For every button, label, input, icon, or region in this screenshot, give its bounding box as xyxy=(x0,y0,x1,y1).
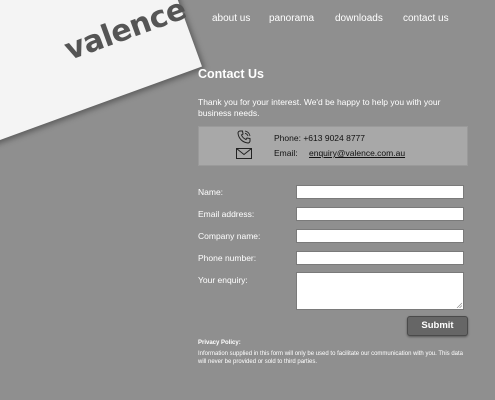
enquiry-label: Your enquiry: xyxy=(198,275,248,285)
privacy-policy-title: Privacy Policy: xyxy=(198,340,241,346)
email-field[interactable] xyxy=(296,207,464,221)
nav-item-downloads[interactable]: downloads xyxy=(335,13,383,24)
email-line: Email: enquiry@valence.com.au xyxy=(274,148,405,158)
phone-field[interactable] xyxy=(296,251,464,265)
nav-item-about-us[interactable]: about us xyxy=(212,13,250,24)
intro-text: Thank you for your interest. We'd be hap… xyxy=(198,97,441,118)
phone-label: Phone: xyxy=(274,133,301,143)
email-link[interactable]: enquiry@valence.com.au xyxy=(309,148,405,158)
main-nav: about us panorama downloads contact us xyxy=(212,13,495,27)
submit-button[interactable]: Submit xyxy=(407,316,468,336)
company-name-label: Company name: xyxy=(198,231,261,241)
mail-icon xyxy=(236,148,252,159)
company-field[interactable] xyxy=(296,229,464,243)
page-title: Contact Us xyxy=(198,67,264,81)
enquiry-textarea[interactable] xyxy=(296,272,464,310)
email-label: Email: xyxy=(274,148,298,158)
nav-item-panorama[interactable]: panorama xyxy=(269,13,314,24)
nav-item-contact-us[interactable]: contact us xyxy=(403,13,449,24)
phone-number-label: Phone number: xyxy=(198,253,257,263)
privacy-policy-text: Information supplied in this form will o… xyxy=(198,351,464,365)
name-field[interactable] xyxy=(296,185,464,199)
phone-line: Phone: +613 9024 8777 xyxy=(274,133,365,143)
name-label: Name: xyxy=(198,187,224,197)
email-address-label: Email address: xyxy=(198,209,255,219)
contact-info-box: Phone: +613 9024 8777 Email: enquiry@val… xyxy=(198,126,468,166)
resize-grip-icon[interactable] xyxy=(456,302,462,308)
phone-value: +613 9024 8777 xyxy=(303,133,366,143)
phone-icon xyxy=(237,130,251,144)
